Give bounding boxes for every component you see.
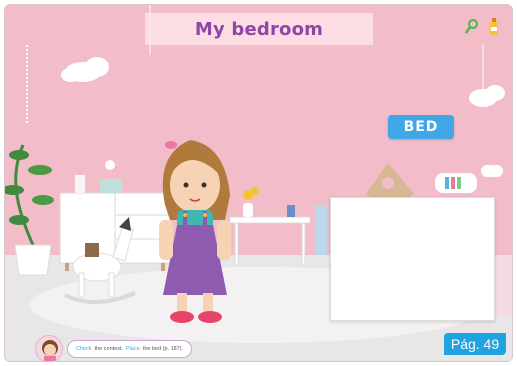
instruction-bar: Check the context. Place the bed (p. 187… [35, 335, 193, 361]
instruction-text-bed: the bed (p. 187). [142, 346, 184, 352]
magnifier-icon[interactable] [464, 17, 480, 37]
page-frame: My bedroom BED Check the context. Place … [4, 4, 513, 362]
toolbar [464, 17, 502, 37]
bed-word-card[interactable]: BED [388, 115, 454, 139]
instruction-pill: Check the context. Place the bed (p. 187… [67, 340, 193, 358]
avatar [35, 335, 63, 361]
bottle-icon[interactable] [486, 17, 502, 37]
page-number-badge[interactable]: Pág. 49 [444, 333, 506, 355]
instruction-verb-check: Check [76, 346, 92, 352]
drop-target-box[interactable] [330, 197, 495, 321]
title-bar: My bedroom [145, 13, 373, 45]
page-title: My bedroom [194, 18, 324, 40]
instruction-text-context: the context. [94, 346, 124, 352]
bed-partial [493, 255, 512, 315]
instruction-verb-place: Place [126, 346, 140, 352]
